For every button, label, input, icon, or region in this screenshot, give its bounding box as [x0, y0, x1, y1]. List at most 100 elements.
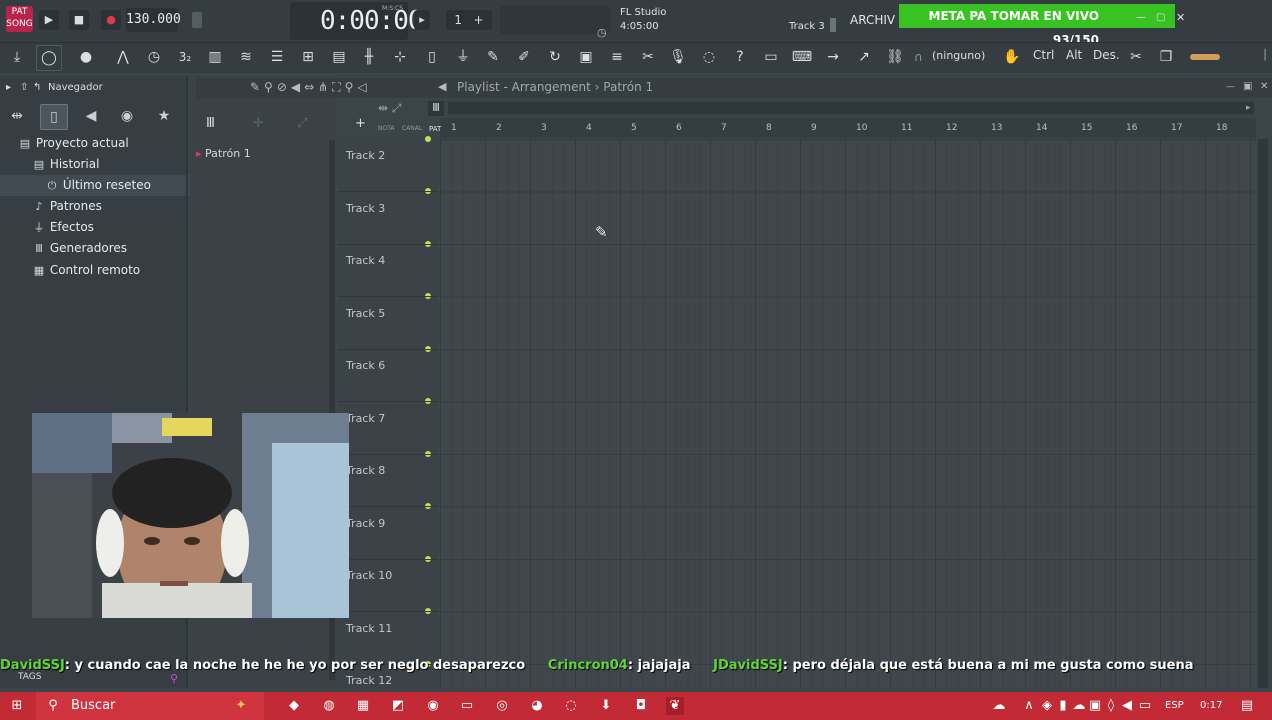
document-icon[interactable]: ▯ [420, 45, 444, 69]
tray-arrow-icon[interactable]: ∧ [1020, 697, 1038, 715]
browser-tree-icon[interactable]: ⊹ [388, 45, 412, 69]
edge-icon[interactable]: ◍ [320, 697, 338, 715]
alt-key-button[interactable]: Alt [1066, 48, 1082, 62]
midi-link-target[interactable]: (ninguno) [932, 49, 985, 62]
step-edit-icon[interactable]: 3₂ [173, 45, 197, 69]
scroll-right-icon[interactable]: ▸ [1246, 103, 1251, 113]
playlist-close-icon[interactable]: ✕ [1260, 81, 1268, 92]
typing-keyboard-icon[interactable]: ⋀ [111, 45, 135, 69]
track-header[interactable]: Track 10 [346, 569, 392, 582]
recorder-icon[interactable]: ⬇ [597, 697, 615, 715]
panel-back-icon[interactable]: ↰ [33, 82, 41, 93]
browser-all-icon[interactable]: ▯ [40, 104, 68, 130]
browser-plugin-icon[interactable]: ◉ [114, 104, 140, 128]
piano-view-icon[interactable]: Ⅲ [206, 116, 215, 131]
playlist-speaker-icon[interactable]: ◀ [438, 80, 446, 93]
scroll-arrows-icon[interactable]: ⇹ ⤢ [378, 101, 401, 116]
channel-rack-icon[interactable]: ⊞ [296, 45, 320, 69]
browser-collapse-icon[interactable]: ⇹ [4, 104, 30, 128]
playlist-icon[interactable]: ☰ [265, 45, 289, 69]
stop-button[interactable]: ■ [69, 10, 89, 30]
browser-speaker-icon[interactable]: ◀ [78, 104, 104, 128]
piano-mini-icon[interactable]: Ⅲ [428, 101, 444, 116]
add-pattern-icon[interactable]: + [355, 116, 366, 131]
track-mute-led[interactable] [425, 136, 431, 142]
arrow-right-icon[interactable]: → [821, 45, 845, 69]
track-header[interactable]: Track 4 [346, 254, 385, 267]
hand-icon[interactable]: ✋ [1000, 45, 1024, 69]
track-header[interactable]: Track 11 [346, 622, 392, 635]
cut-tool-icon[interactable]: ✂ [636, 45, 660, 69]
piano-roll-icon[interactable]: ▥ [203, 45, 227, 69]
time-display[interactable]: 0:00:00 [320, 6, 424, 36]
file-explorer-icon[interactable]: ▭ [458, 697, 476, 715]
discord-icon[interactable]: ◕ [528, 697, 546, 715]
ctrl-key-button[interactable]: Ctrl [1033, 48, 1054, 62]
taskbar-app-1-icon[interactable]: ◆ [285, 697, 303, 715]
tags-search-icon[interactable]: ⚲ [170, 672, 178, 685]
refresh-icon[interactable]: ↻ [543, 45, 567, 69]
horizontal-scrollbar[interactable] [448, 102, 1254, 114]
scissors-icon[interactable]: ✂ [1124, 45, 1148, 69]
fl-studio-taskbar-icon[interactable]: ❦ [666, 697, 684, 715]
volume-icon[interactable]: ◀ [1118, 697, 1136, 715]
window-maximize-icon[interactable]: ▢ [1156, 12, 1165, 23]
track-header[interactable]: Track 5 [346, 307, 385, 320]
pattern-selector[interactable]: 1 + [446, 10, 492, 30]
windows-start-icon[interactable]: ⊞ [8, 697, 26, 715]
knob-icon[interactable]: ● [74, 45, 98, 69]
master-pitch-knob[interactable] [192, 12, 202, 28]
playlist-maximize-icon[interactable]: ▣ [1243, 81, 1252, 92]
panel-pin-icon[interactable]: ⇧ [20, 82, 28, 93]
metronome-icon[interactable]: ◷ [142, 45, 166, 69]
browser-favorites-icon[interactable]: ★ [151, 104, 177, 128]
wave-icon[interactable]: ≋ [234, 45, 258, 69]
chat-icon[interactable]: ◌ [697, 45, 721, 69]
spotify-icon[interactable]: ◎ [493, 697, 511, 715]
mixer-icon[interactable]: ▤ [327, 45, 351, 69]
track-header[interactable]: Track 8 [346, 464, 385, 477]
window-minimize-icon[interactable]: — [1136, 12, 1146, 23]
obs-icon[interactable]: ◌ [562, 697, 580, 715]
draw-icon[interactable]: ↗ [852, 45, 876, 69]
plugin-icon[interactable]: ⏚ [451, 45, 475, 69]
pen-icon[interactable]: ✎ [481, 45, 505, 69]
faders-icon[interactable]: ╫ [357, 45, 381, 69]
taskbar-search-text[interactable]: Buscar [71, 698, 115, 713]
help-icon[interactable]: ? [728, 45, 752, 69]
network-icon[interactable]: ▭ [1136, 697, 1154, 715]
copy-icon[interactable]: ❐ [1154, 45, 1178, 69]
keyboard-icon[interactable]: ⌨ [790, 45, 814, 69]
track-header[interactable]: Track 2 [346, 149, 385, 162]
pat-song-toggle[interactable]: PAT SONG [6, 6, 33, 32]
outlook-icon[interactable]: ◩ [389, 697, 407, 715]
save-icon[interactable]: ⤓ [5, 45, 29, 69]
notifications-icon[interactable]: ▤ [1238, 697, 1256, 715]
record-button[interactable]: ● [101, 10, 121, 30]
loop-record-icon[interactable]: ◯ [36, 45, 62, 71]
brush-icon[interactable]: ✐ [512, 45, 536, 69]
chrome-icon[interactable]: ◉ [424, 697, 442, 715]
tempo-display[interactable]: 130.000 [126, 8, 181, 32]
app-window-icon[interactable]: ◘ [632, 697, 650, 715]
undo-key-button[interactable]: Des. [1093, 48, 1120, 62]
window-icon[interactable]: ▭ [759, 45, 783, 69]
zip-icon[interactable]: ≡ [605, 45, 629, 69]
pattern-prev-button[interactable]: ▸ [414, 10, 430, 30]
playlist-grid[interactable] [440, 139, 1256, 688]
tree-item-project[interactable]: ▤ Proyecto actual [0, 133, 204, 154]
window-close-icon[interactable]: ✕ [1176, 11, 1185, 24]
track-header[interactable]: Track 6 [346, 359, 385, 372]
disk-icon[interactable]: ▣ [574, 45, 598, 69]
playlist-minimize-icon[interactable]: — [1226, 82, 1235, 92]
panel-arrow-icon[interactable]: ▸ [6, 82, 11, 93]
pattern-list-item[interactable]: ▸ Patrón 1 [196, 145, 324, 163]
taskbar-clock[interactable]: 0:17 [1200, 700, 1222, 711]
vertical-scrollbar[interactable] [1258, 139, 1268, 688]
link-icon[interactable]: ⛓ [883, 45, 907, 69]
track-header[interactable]: Track 9 [346, 517, 385, 530]
toolbar-more-icon[interactable]: │ [1262, 50, 1268, 61]
play-button[interactable]: ▶ [39, 10, 59, 30]
store-icon[interactable]: ▦ [354, 697, 372, 715]
language-indicator[interactable]: ESP [1165, 700, 1184, 711]
